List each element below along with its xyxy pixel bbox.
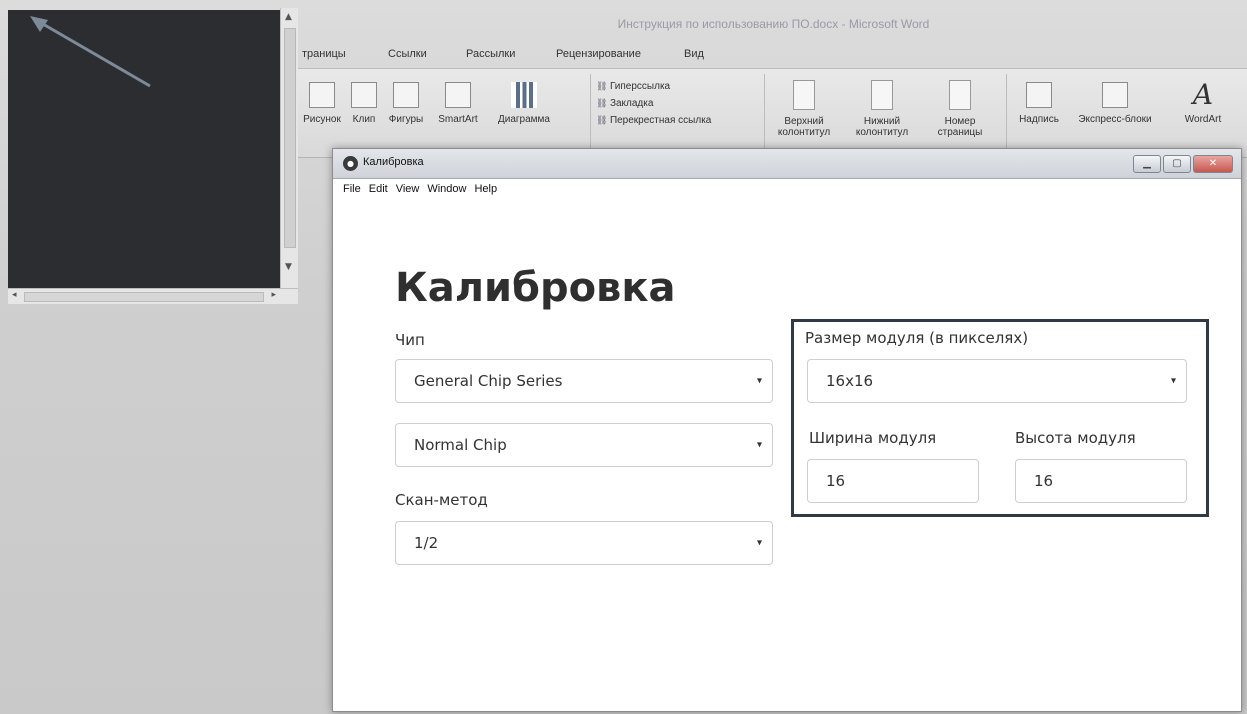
scroll-left-icon[interactable]: ◂ bbox=[12, 290, 17, 300]
tab-review[interactable]: Рецензирование bbox=[556, 44, 684, 68]
word-window-title: Инструкция по использованию ПО.docx - Mi… bbox=[617, 17, 930, 31]
panel-vertical-scrollbar[interactable]: ▲ ▼ bbox=[280, 8, 298, 290]
tab-mailings[interactable]: Рассылки bbox=[466, 44, 556, 68]
app-logo-icon: ● bbox=[343, 156, 358, 171]
chevron-down-icon: ▾ bbox=[756, 375, 762, 387]
arrow-annotation-icon bbox=[30, 16, 151, 88]
maximize-icon[interactable]: ▢ bbox=[1163, 155, 1191, 173]
calibration-window: ● Калибровка ▁ ▢ ✕ File Edit View Window… bbox=[332, 148, 1242, 712]
chevron-down-icon: ▾ bbox=[756, 537, 762, 549]
scan-method-select[interactable]: 1/2 ▾ bbox=[395, 521, 773, 565]
chip-type-select[interactable]: Normal Chip ▾ bbox=[395, 423, 773, 467]
module-size-select[interactable]: 16x16 ▾ bbox=[807, 359, 1187, 403]
module-width-label: Ширина модуля bbox=[809, 429, 937, 447]
ribbon-chart-button[interactable]: Диаграмма bbox=[488, 82, 560, 125]
clip-icon bbox=[351, 82, 377, 108]
ribbon-separator bbox=[590, 74, 591, 154]
page-title: Калибровка bbox=[395, 265, 676, 311]
scroll-right-icon[interactable]: ▸ bbox=[271, 290, 276, 300]
chip-label: Чип bbox=[395, 331, 425, 349]
ribbon-clip-button[interactable]: Клип bbox=[346, 82, 382, 125]
menu-file[interactable]: File bbox=[343, 183, 361, 195]
ribbon-picture-button[interactable]: Рисунок bbox=[300, 82, 344, 125]
menu-edit[interactable]: Edit bbox=[369, 183, 388, 195]
scan-method-label: Скан-метод bbox=[395, 491, 488, 509]
module-size-label: Размер модуля (в пикселях) bbox=[805, 329, 1029, 347]
menu-bar: File Edit View Window Help bbox=[343, 183, 497, 195]
quick-parts-icon bbox=[1102, 82, 1128, 108]
module-height-label: Высота модуля bbox=[1015, 429, 1136, 447]
ribbon-footer-button[interactable]: Нижний колонтитул bbox=[848, 80, 916, 138]
footer-icon bbox=[871, 80, 893, 110]
menu-view[interactable]: View bbox=[396, 183, 420, 195]
ribbon-header-button[interactable]: Верхний колонтитул bbox=[770, 80, 838, 138]
scroll-down-icon[interactable]: ▼ bbox=[285, 262, 292, 272]
ribbon-separator bbox=[1006, 74, 1007, 154]
chart-icon bbox=[511, 82, 537, 108]
chevron-down-icon: ▾ bbox=[1170, 375, 1176, 387]
scan-method-value: 1/2 bbox=[414, 534, 439, 552]
window-titlebar[interactable]: ● Калибровка ▁ ▢ ✕ bbox=[333, 149, 1241, 179]
ribbon-quick-parts-button[interactable]: Экспресс-блоки bbox=[1070, 82, 1160, 125]
ribbon-shapes-button[interactable]: Фигуры bbox=[384, 82, 428, 125]
tab-references[interactable]: Ссылки bbox=[388, 44, 466, 68]
minimize-icon[interactable]: ▁ bbox=[1133, 155, 1161, 173]
ribbon-links-group: Гиперссылка Закладка Перекрестная ссылка bbox=[596, 78, 711, 129]
menu-window[interactable]: Window bbox=[427, 183, 466, 195]
ribbon-cross-reference-button[interactable]: Перекрестная ссылка bbox=[596, 112, 711, 129]
ribbon-textbox-button[interactable]: Надпись bbox=[1010, 82, 1068, 125]
panel-horizontal-scrollbar[interactable]: ◂ ▸ bbox=[8, 288, 298, 304]
ribbon-bookmark-button[interactable]: Закладка bbox=[596, 95, 711, 112]
chip-type-value: Normal Chip bbox=[414, 436, 507, 454]
scrollbar-thumb[interactable] bbox=[24, 292, 264, 302]
ribbon-smartart-button[interactable]: SmartArt bbox=[430, 82, 486, 125]
menu-help[interactable]: Help bbox=[474, 183, 497, 195]
ribbon-wordart-button[interactable]: A WordArt bbox=[1164, 78, 1242, 126]
wordart-icon: A bbox=[1192, 78, 1214, 111]
ribbon-hyperlink-button[interactable]: Гиперссылка bbox=[596, 78, 711, 95]
chip-series-value: General Chip Series bbox=[414, 372, 563, 390]
ribbon-page-number-button[interactable]: Номер страницы bbox=[926, 80, 994, 138]
chevron-down-icon: ▾ bbox=[756, 439, 762, 451]
scroll-up-icon[interactable]: ▲ bbox=[285, 12, 292, 22]
tab-pages[interactable]: траницы bbox=[302, 44, 388, 68]
chip-series-select[interactable]: General Chip Series ▾ bbox=[395, 359, 773, 403]
tab-view[interactable]: Вид bbox=[684, 44, 724, 68]
close-icon[interactable]: ✕ bbox=[1193, 155, 1233, 173]
ribbon-separator bbox=[764, 74, 765, 154]
shapes-icon bbox=[393, 82, 419, 108]
scrollbar-thumb[interactable] bbox=[284, 28, 296, 248]
picture-icon bbox=[309, 82, 335, 108]
word-ribbon-tabs: траницы Ссылки Рассылки Рецензирование В… bbox=[300, 44, 1247, 68]
module-width-input[interactable]: 16 bbox=[807, 459, 979, 503]
module-size-value: 16x16 bbox=[826, 372, 874, 390]
window-controls: ▁ ▢ ✕ bbox=[1133, 155, 1233, 173]
smartart-icon bbox=[445, 82, 471, 108]
module-width-value: 16 bbox=[826, 472, 846, 490]
textbox-icon bbox=[1026, 82, 1052, 108]
window-title: Калибровка bbox=[363, 156, 424, 168]
page-number-icon bbox=[949, 80, 971, 110]
module-height-value: 16 bbox=[1034, 472, 1054, 490]
header-icon bbox=[793, 80, 815, 110]
module-height-input[interactable]: 16 bbox=[1015, 459, 1187, 503]
